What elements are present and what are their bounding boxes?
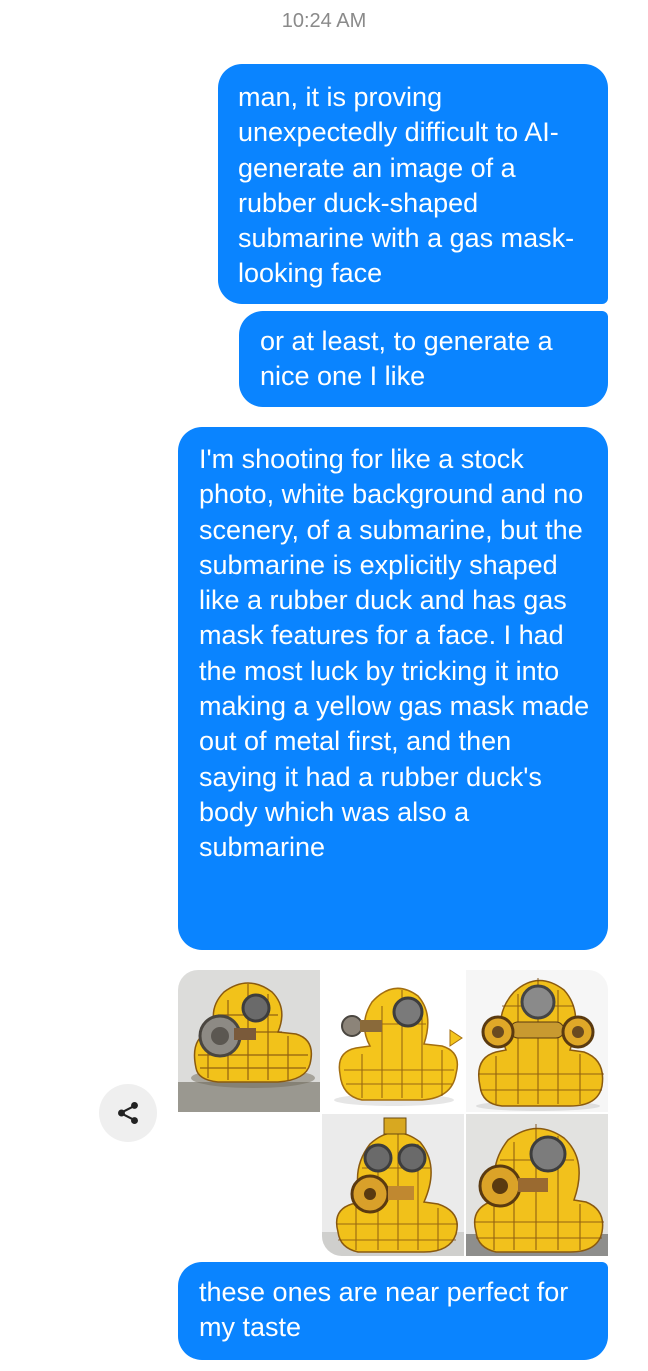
- message-timestamp: 10:24 AM: [281, 10, 367, 32]
- duck-submarine-image-2[interactable]: [322, 970, 464, 1112]
- duck-submarine-image-1[interactable]: [178, 970, 320, 1112]
- share-button[interactable]: [99, 1084, 157, 1142]
- message-bubble-4[interactable]: these ones are near perfect for my taste: [178, 1262, 608, 1360]
- duck-submarine-image-4[interactable]: [322, 1114, 464, 1256]
- message-bubble-3[interactable]: I'm shooting for like a stock photo, whi…: [178, 427, 608, 950]
- message-bubble-1[interactable]: man, it is proving unexpectedly difficul…: [218, 64, 608, 304]
- duck-submarine-image-3[interactable]: [466, 970, 608, 1112]
- duck-submarine-image-5[interactable]: [466, 1114, 608, 1256]
- share-icon: [118, 1101, 138, 1125]
- message-bubble-2[interactable]: or at least, to generate a nice one I li…: [239, 311, 608, 407]
